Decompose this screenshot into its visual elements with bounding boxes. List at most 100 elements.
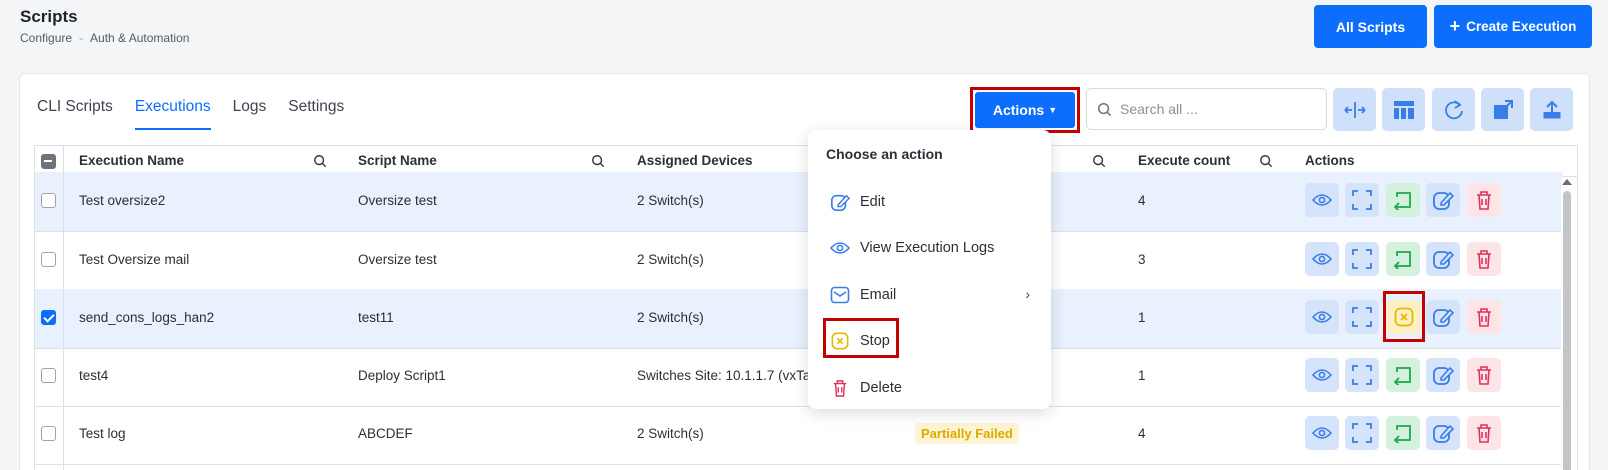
- edit-button[interactable]: [1426, 183, 1460, 217]
- column-layout-button[interactable]: [1382, 88, 1425, 131]
- expand-button[interactable]: [1345, 416, 1379, 450]
- table-row[interactable]: Test Oversize mail Oversize test 2 Switc…: [35, 231, 1563, 291]
- column-header-actions: Actions: [1305, 153, 1355, 168]
- select-all-checkbox[interactable]: [41, 154, 56, 169]
- table-row[interactable]: Test log ABCDEF 2 Switch(s) Partially Fa…: [35, 405, 1563, 465]
- delete-button[interactable]: [1467, 358, 1501, 392]
- cell-execution-name: Test oversize2: [79, 193, 166, 208]
- breadcrumb-separator: -: [79, 31, 84, 45]
- tab-settings[interactable]: Settings: [288, 98, 344, 130]
- edit-button[interactable]: [1426, 300, 1460, 334]
- delete-button[interactable]: [1467, 300, 1501, 334]
- stop-button[interactable]: [1387, 300, 1421, 334]
- export-button[interactable]: [1530, 88, 1573, 131]
- actions-button-highlight: Actions ▼: [970, 87, 1080, 133]
- resize-horizontal-icon: [1343, 101, 1366, 118]
- column-header-script-name[interactable]: Script Name: [358, 153, 437, 168]
- cell-execution-name: Test Oversize mail: [79, 252, 190, 267]
- row-checkbox[interactable]: [41, 252, 56, 267]
- row-checkbox[interactable]: [41, 368, 56, 383]
- status-badge: Partially Failed: [915, 423, 1019, 444]
- menu-item-view-execution-logs[interactable]: View Execution Logs: [830, 233, 1040, 263]
- search-box[interactable]: [1086, 88, 1327, 130]
- table-row[interactable]: Test oversize2 Oversize test 2 Switch(s)…: [35, 172, 1563, 232]
- search-icon[interactable]: [1092, 154, 1106, 168]
- cell-execution-name: test4: [79, 368, 109, 383]
- row-checkbox[interactable]: [41, 426, 56, 441]
- delete-button[interactable]: [1467, 183, 1501, 217]
- plus-icon: +: [1449, 16, 1461, 36]
- rerun-button[interactable]: [1386, 416, 1420, 450]
- menu-item-label: Delete: [860, 380, 902, 396]
- trash-icon: [1477, 366, 1491, 385]
- edit-button[interactable]: [1426, 242, 1460, 276]
- menu-item-edit[interactable]: Edit: [830, 187, 1040, 217]
- edit-icon: [830, 192, 850, 212]
- cell-assigned-devices: Switches Site: 10.1.1.7 (vxTarg: [637, 368, 823, 383]
- search-input[interactable]: [1120, 101, 1310, 117]
- rerun-button[interactable]: [1386, 183, 1420, 217]
- cell-execute-count: 4: [1138, 193, 1146, 208]
- cell-execute-count: 4: [1138, 426, 1146, 441]
- refresh-button[interactable]: [1432, 88, 1475, 131]
- menu-item-delete[interactable]: Delete: [830, 373, 1040, 403]
- view-button[interactable]: [1305, 358, 1339, 392]
- cell-script-name: Deploy Script1: [358, 368, 446, 383]
- expand-button[interactable]: [1345, 300, 1379, 334]
- eye-icon: [1312, 253, 1332, 265]
- view-button[interactable]: [1305, 242, 1339, 276]
- search-icon: [1097, 102, 1112, 116]
- fullscreen-icon: [1352, 190, 1372, 210]
- view-button[interactable]: [1305, 183, 1339, 217]
- expand-button[interactable]: [1345, 358, 1379, 392]
- table-row[interactable]: test4 Deploy Script1 Switches Site: 10.1…: [35, 347, 1563, 407]
- column-header-execute-count[interactable]: Execute count: [1138, 153, 1230, 168]
- chevron-right-icon: ›: [1025, 286, 1030, 302]
- trash-icon: [1477, 250, 1491, 269]
- all-scripts-button[interactable]: All Scripts: [1314, 5, 1427, 48]
- breadcrumb-item-auth-automation[interactable]: Auth & Automation: [90, 31, 189, 45]
- stop-icon: [830, 331, 850, 351]
- edit-button[interactable]: [1426, 358, 1460, 392]
- delete-button[interactable]: [1467, 416, 1501, 450]
- row-checkbox[interactable]: [41, 193, 56, 208]
- tab-logs[interactable]: Logs: [233, 98, 267, 130]
- rerun-button[interactable]: [1386, 242, 1420, 276]
- tab-cli-scripts[interactable]: CLI Scripts: [37, 98, 113, 130]
- eye-icon: [1312, 311, 1332, 323]
- cell-execution-name: Test log: [79, 426, 126, 441]
- view-button[interactable]: [1305, 416, 1339, 450]
- column-divider: [63, 146, 64, 470]
- scroll-up-arrow-icon[interactable]: [1562, 179, 1572, 185]
- row-checkbox[interactable]: [41, 310, 56, 325]
- tab-executions[interactable]: Executions: [134, 98, 211, 130]
- search-icon[interactable]: [591, 154, 605, 168]
- rerun-button[interactable]: [1386, 358, 1420, 392]
- expand-button[interactable]: [1345, 183, 1379, 217]
- caret-down-icon: ▼: [1048, 105, 1058, 115]
- actions-button[interactable]: Actions ▼: [975, 92, 1075, 128]
- expand-button[interactable]: [1345, 242, 1379, 276]
- cell-script-name: Oversize test: [358, 252, 437, 267]
- scrollbar-thumb[interactable]: [1563, 191, 1571, 470]
- view-button[interactable]: [1305, 300, 1339, 334]
- search-icon[interactable]: [1259, 154, 1273, 168]
- edit-icon: [1433, 308, 1454, 327]
- menu-item-email[interactable]: Email ›: [830, 280, 1040, 310]
- cell-script-name: ABCDEF: [358, 426, 413, 441]
- menu-item-label: Edit: [860, 194, 885, 210]
- column-header-assigned-devices[interactable]: Assigned Devices: [637, 153, 753, 168]
- menu-item-stop[interactable]: Stop: [830, 326, 1040, 356]
- column-header-execution-name[interactable]: Execution Name: [79, 153, 184, 168]
- table-row[interactable]: send_cons_logs_han2 test11 2 Switch(s) 1: [35, 289, 1563, 349]
- edit-button[interactable]: [1426, 416, 1460, 450]
- rerun-icon: [1393, 192, 1411, 210]
- open-external-button[interactable]: [1481, 88, 1524, 131]
- breadcrumb-item-configure[interactable]: Configure: [20, 31, 72, 45]
- delete-button[interactable]: [1467, 242, 1501, 276]
- search-icon[interactable]: [313, 154, 327, 168]
- cell-assigned-devices: 2 Switch(s): [637, 193, 704, 208]
- edit-icon: [1433, 250, 1454, 269]
- column-resize-button[interactable]: [1333, 88, 1376, 131]
- create-execution-button[interactable]: + Create Execution: [1434, 5, 1592, 48]
